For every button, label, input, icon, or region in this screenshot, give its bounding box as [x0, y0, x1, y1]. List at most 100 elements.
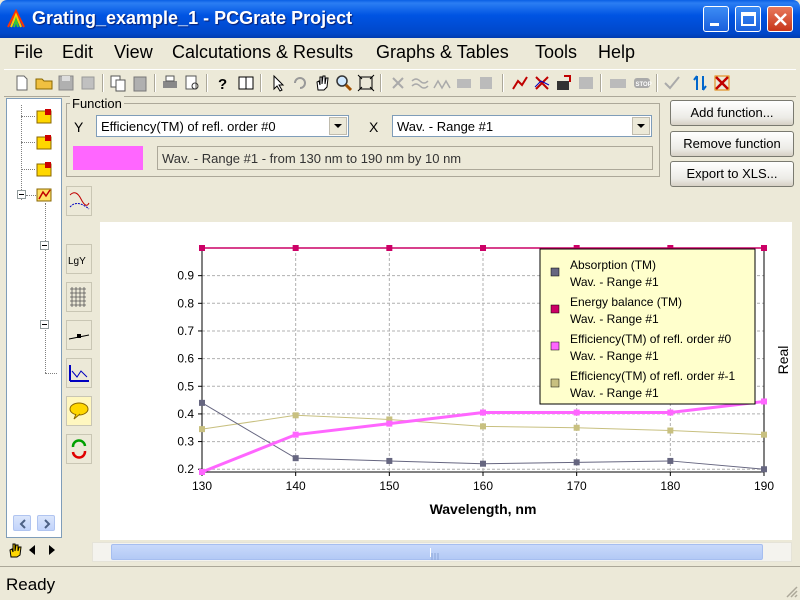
tree-graph-icon[interactable] — [35, 185, 53, 203]
data-point-0 — [386, 457, 393, 464]
paste-icon[interactable] — [130, 73, 150, 93]
export-xls-button[interactable]: Export to XLS... — [670, 161, 794, 187]
maximize-button[interactable] — [735, 6, 761, 32]
data-point-1 — [199, 245, 205, 251]
series-color-swatch[interactable] — [73, 146, 143, 170]
data-point-2 — [480, 409, 486, 416]
tree-scroll-right-button[interactable] — [37, 515, 55, 531]
x-function-dropdown[interactable]: Wav. - Range #1 — [392, 115, 652, 137]
delete-icon[interactable] — [388, 73, 408, 93]
graph-tool-refresh[interactable] — [66, 434, 92, 464]
menu-edit[interactable]: Edit — [62, 42, 93, 63]
tree-expander[interactable] — [40, 241, 49, 250]
layers-icon[interactable] — [454, 73, 474, 93]
fit-view-icon[interactable] — [356, 73, 376, 93]
x-tick-label: 150 — [379, 479, 399, 493]
tree-expander[interactable] — [17, 190, 26, 199]
add-function-button[interactable]: Add function... — [670, 100, 794, 126]
legend-swatch — [550, 378, 560, 388]
clear-graph-icon[interactable] — [712, 73, 732, 93]
menu-tools[interactable]: Tools — [535, 42, 577, 63]
tree-scroll-left-button[interactable] — [13, 515, 31, 531]
tree-folder-icon[interactable] — [35, 107, 53, 125]
chevron-down-icon[interactable] — [632, 117, 650, 135]
grid-table-icon[interactable] — [608, 73, 628, 93]
y-function-dropdown[interactable]: Efficiency(TM) of refl. order #0 — [96, 115, 349, 137]
graph-tool-axes[interactable] — [66, 358, 92, 388]
scrollbar-thumb[interactable] — [111, 544, 763, 560]
graph-icon[interactable] — [510, 73, 530, 93]
data-point-3 — [292, 412, 299, 419]
menu-graphs-tables[interactable]: Graphs & Tables — [376, 42, 509, 63]
efficiency-chart[interactable]: 130 140 150 160 170 180 190 0.2 0.3 0.4 0.5 0.6 0.7 0… — [100, 222, 792, 540]
app-icon — [7, 9, 25, 28]
title-bar[interactable]: Grating_example_1 - PCGrate Project — [0, 0, 800, 38]
copy-icon[interactable] — [108, 73, 128, 93]
stop-icon[interactable]: STOP — [632, 73, 652, 93]
x-axis-label: X — [369, 119, 379, 135]
window-title: Grating_example_1 - PCGrate Project — [32, 8, 353, 28]
tree-folder-icon[interactable] — [35, 160, 53, 178]
legend-swatch — [550, 341, 560, 351]
menu-file[interactable]: File — [14, 42, 43, 63]
horizontal-scrollbar[interactable] — [92, 542, 792, 562]
graph-tool-markers[interactable] — [66, 320, 92, 350]
data-point-2 — [667, 409, 674, 416]
remove-function-button[interactable]: Remove function — [670, 131, 794, 157]
graph-tool-grid[interactable] — [66, 282, 92, 312]
menu-view[interactable]: View — [114, 42, 153, 63]
pan-hand-icon[interactable] — [312, 73, 332, 93]
data-point-1 — [480, 245, 486, 251]
wave-icon[interactable] — [410, 73, 430, 93]
window-layout-icon[interactable] — [236, 73, 256, 93]
data-point-0 — [292, 455, 299, 462]
tree-folder-icon[interactable] — [35, 133, 53, 151]
help-icon[interactable]: ? — [212, 73, 232, 93]
close-icon — [774, 13, 787, 26]
grating-icon[interactable] — [432, 73, 452, 93]
data-point-0 — [667, 457, 674, 464]
check-icon[interactable] — [662, 73, 682, 93]
graph-tool-curves[interactable] — [66, 186, 92, 216]
function-group-label: Function — [70, 96, 124, 111]
resize-grip-icon[interactable] — [784, 584, 798, 598]
y-tick-label: 0.3 — [177, 435, 194, 449]
data-point-2 — [292, 431, 299, 438]
tree-expander[interactable] — [40, 320, 49, 329]
print-preview-icon[interactable] — [182, 73, 202, 93]
graph-tool-legend[interactable] — [66, 396, 92, 426]
data-point-1 — [761, 245, 767, 251]
print-icon[interactable] — [160, 73, 180, 93]
legend-balloon-icon — [69, 402, 89, 420]
triangle-left-icon[interactable] — [26, 543, 38, 557]
book-icon[interactable] — [476, 73, 496, 93]
project-tree[interactable] — [6, 98, 62, 538]
data-point-2 — [573, 409, 580, 416]
save-all-icon[interactable] — [78, 73, 98, 93]
table-icon[interactable] — [576, 73, 596, 93]
x-tick-label: 130 — [192, 479, 212, 493]
graph-tool-log-scale[interactable]: LgY — [66, 244, 92, 274]
toolbar-separator — [206, 74, 208, 92]
transfer-icon[interactable] — [690, 73, 710, 93]
export-graph-icon[interactable] — [554, 73, 574, 93]
close-button[interactable] — [767, 6, 793, 32]
pointer-icon[interactable] — [268, 73, 288, 93]
chevron-down-icon[interactable] — [329, 117, 347, 135]
zoom-icon[interactable] — [334, 73, 354, 93]
triangle-right-icon[interactable] — [46, 543, 58, 557]
chevron-right-icon — [44, 519, 51, 529]
rotate-icon[interactable] — [290, 73, 310, 93]
remove-graph-icon[interactable] — [532, 73, 552, 93]
y-axis-label: Y — [74, 119, 84, 135]
minimize-button[interactable] — [703, 6, 729, 32]
scrollbar-grip — [430, 548, 440, 560]
hand-pointer-icon[interactable] — [8, 542, 22, 558]
chart-panel[interactable]: 130 140 150 160 170 180 190 0.2 0.3 0.4 0.5 0.6 0.7 0… — [100, 222, 792, 540]
x-axis-title: Wavelength, nm — [430, 501, 537, 517]
menu-help[interactable]: Help — [598, 42, 635, 63]
menu-calculations-results[interactable]: Calcutations & Results — [172, 42, 353, 63]
new-file-icon[interactable] — [12, 73, 32, 93]
save-icon[interactable] — [56, 73, 76, 93]
open-folder-icon[interactable] — [34, 73, 54, 93]
